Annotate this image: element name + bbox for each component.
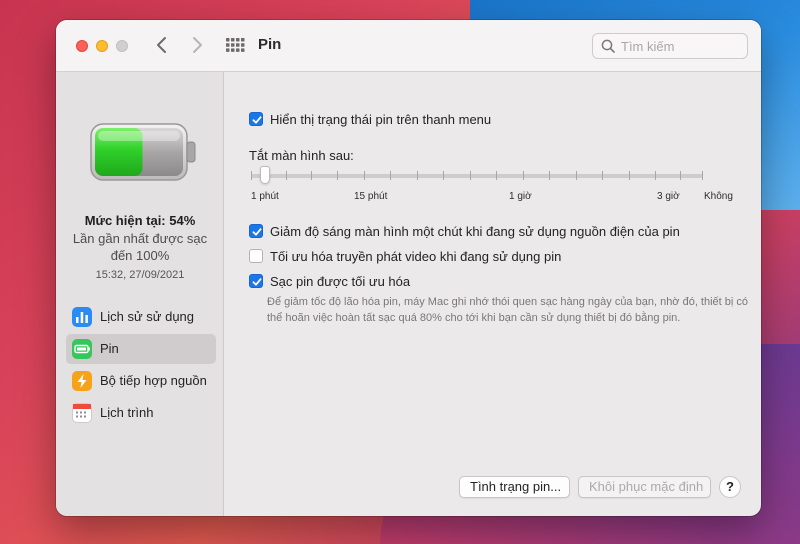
slider-tick	[443, 171, 444, 180]
slider-knob[interactable]	[260, 166, 270, 184]
sidebar-item-battery[interactable]: Pin	[66, 334, 216, 364]
slider-tick	[364, 171, 365, 180]
sidebar-item-label: Lịch trình	[100, 405, 154, 420]
grid-icon	[226, 38, 245, 52]
checkmark-icon	[252, 278, 262, 286]
slider-tick	[286, 171, 287, 180]
lightning-icon	[72, 371, 92, 391]
slider-tick	[390, 171, 391, 180]
settings-panel: Hiển thị trạng thái pin trên thanh menu …	[225, 72, 761, 516]
help-button[interactable]: ?	[719, 476, 741, 498]
slider-track[interactable]	[251, 174, 703, 178]
sidebar-item-label: Pin	[100, 341, 119, 356]
slider-tick	[337, 171, 338, 180]
search-input[interactable]	[621, 37, 741, 55]
slider-tick	[311, 171, 312, 180]
battery-level-icon	[90, 123, 196, 181]
last-charged-time: 15:32, 27/09/2021	[95, 269, 185, 281]
optimized-charging-description: Để giảm tốc độ lão hóa pin, máy Mac ghi …	[267, 296, 749, 324]
back-button[interactable]	[151, 33, 173, 57]
slider-tick	[251, 171, 252, 180]
slider-tick	[680, 171, 681, 180]
slider-label-3-hours: 3 giờ	[657, 191, 680, 202]
sidebar: Mức hiện tại: 54% Lần gần nhất được sạc …	[56, 72, 224, 516]
slider-tick	[470, 171, 471, 180]
last-charged-text: Lần gần nhất được sạc đến 100%	[72, 231, 208, 263]
restore-defaults-button[interactable]: Khôi phục mặc định	[578, 476, 711, 498]
battery-level-text: Mức hiện tại: 54%	[84, 213, 196, 228]
slider-label-never: Không	[704, 191, 733, 202]
usage-chart-icon	[72, 307, 92, 327]
slider-tick	[629, 171, 630, 180]
slider-tick	[523, 171, 524, 180]
slider-tick	[576, 171, 577, 180]
sidebar-item-label: Bộ tiếp hợp nguồn	[100, 373, 207, 388]
turn-display-off-label: Tắt màn hình sau:	[249, 148, 354, 163]
dim-display-label: Giảm độ sáng màn hình một chút khi đang …	[270, 224, 680, 239]
battery-icon	[72, 339, 92, 359]
search-field[interactable]	[592, 33, 748, 59]
slider-tick	[496, 171, 497, 180]
sidebar-item-power-adapter[interactable]: Bộ tiếp hợp nguồn	[66, 366, 216, 396]
checkmark-icon	[252, 228, 262, 236]
sidebar-item-label: Lịch sử sử dụng	[100, 309, 195, 324]
show-all-button[interactable]	[225, 37, 245, 53]
slider-tick	[549, 171, 550, 180]
optimize-video-label: Tối ưu hóa truyền phát video khi đang sử…	[270, 249, 562, 264]
zoom-button	[116, 40, 128, 52]
slider-tick	[417, 171, 418, 180]
sidebar-item-schedule[interactable]: Lịch trình	[66, 398, 216, 428]
minimize-button[interactable]	[96, 40, 108, 52]
show-status-checkbox[interactable]	[249, 112, 263, 126]
slider-tick	[602, 171, 603, 180]
calendar-icon	[72, 403, 92, 423]
slider-tick	[702, 171, 703, 180]
dim-display-checkbox[interactable]	[249, 224, 263, 238]
slider-label-15-minutes: 15 phút	[354, 191, 388, 202]
title-bar: Pin	[56, 20, 761, 72]
checkmark-icon	[252, 116, 262, 124]
chevron-right-icon	[193, 37, 202, 53]
preferences-window: Pin Tìm kiếm Mức hiện tại: 54% Lần gần n…	[56, 20, 761, 516]
optimize-video-checkbox[interactable]	[249, 249, 263, 263]
sidebar-item-usage-history[interactable]: Lịch sử sử dụng	[66, 302, 216, 332]
optimized-charging-checkbox[interactable]	[249, 274, 263, 288]
search-icon	[601, 39, 615, 53]
close-button[interactable]	[76, 40, 88, 52]
battery-health-button[interactable]: Tình trạng pin...	[459, 476, 570, 498]
slider-label-1-minute: 1 phút	[251, 191, 279, 202]
forward-button[interactable]	[186, 33, 208, 57]
window-title: Pin	[258, 36, 282, 53]
optimized-charging-label: Sạc pin được tối ưu hóa	[270, 274, 411, 289]
chevron-left-icon	[157, 37, 166, 53]
slider-tick	[655, 171, 656, 180]
show-status-label: Hiển thị trạng thái pin trên thanh menu	[270, 112, 492, 127]
slider-label-1-hour: 1 giờ	[509, 191, 532, 202]
